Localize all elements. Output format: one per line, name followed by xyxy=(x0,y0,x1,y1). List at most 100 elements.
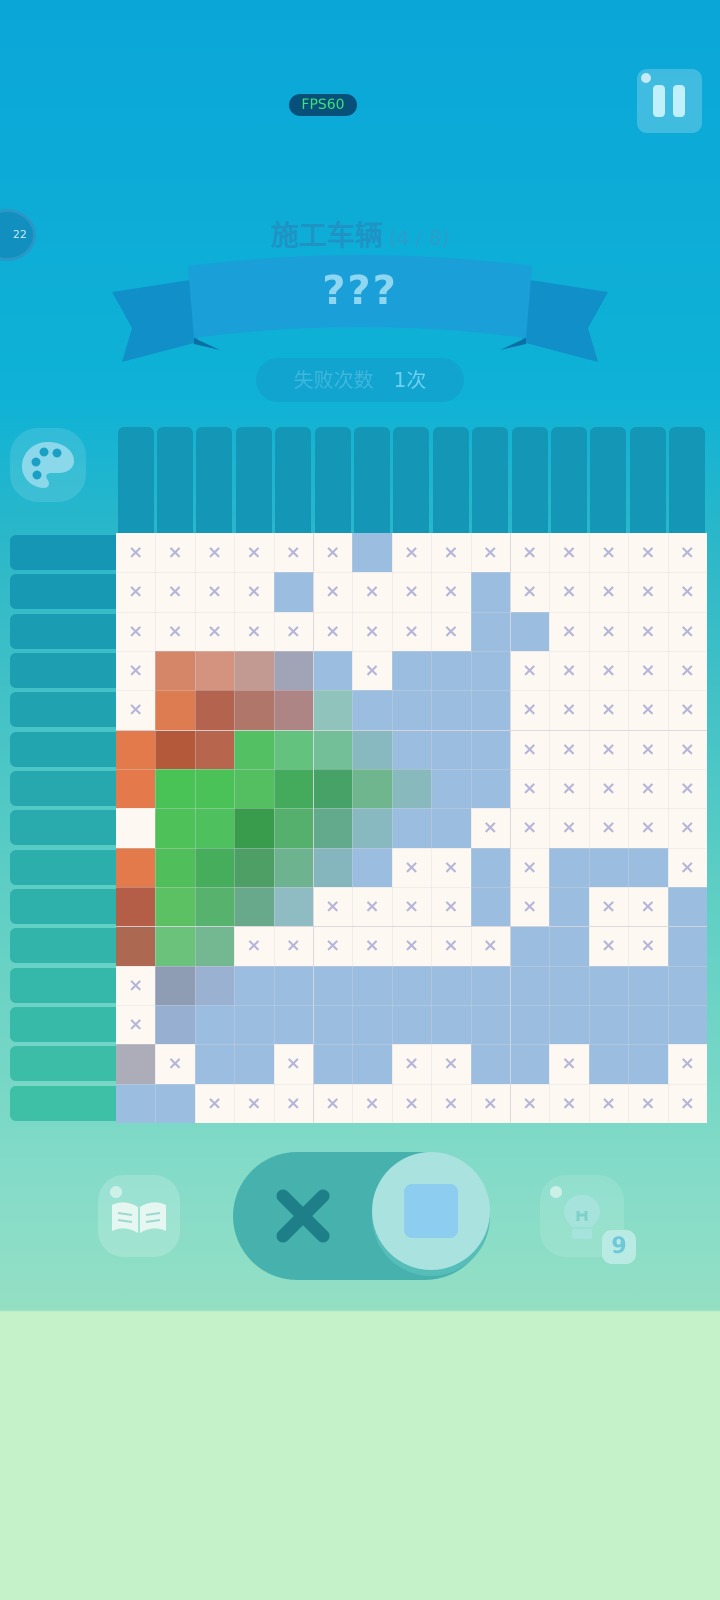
grid-cell-filled[interactable] xyxy=(234,887,274,927)
grid-cell-filled[interactable] xyxy=(234,729,274,769)
grid-cell-crossed[interactable]: × xyxy=(471,808,510,847)
grid-cell-filled[interactable] xyxy=(234,651,274,691)
grid-cell-filled[interactable] xyxy=(470,572,510,612)
grid-cell-crossed[interactable]: × xyxy=(628,651,667,690)
fill-mode-button[interactable] xyxy=(372,1152,490,1270)
grid-cell-crossed[interactable]: × xyxy=(431,848,470,887)
grid-cell-crossed[interactable]: × xyxy=(668,533,707,572)
grid-cell-filled[interactable] xyxy=(313,1044,353,1084)
grid-cell-filled[interactable] xyxy=(194,808,235,848)
grid-cell-crossed[interactable]: × xyxy=(352,651,391,690)
grid-cell-filled[interactable] xyxy=(273,651,313,691)
grid-cell-crossed[interactable]: × xyxy=(628,533,667,572)
grid-cell-crossed[interactable]: × xyxy=(589,808,628,847)
grid-cell-filled[interactable] xyxy=(510,611,550,651)
grid-cell-filled[interactable] xyxy=(470,887,510,927)
grid-cell-filled[interactable] xyxy=(194,847,235,887)
grid-cell-filled[interactable] xyxy=(628,1005,668,1045)
grid-cell-crossed[interactable]: × xyxy=(668,808,707,847)
grid-cell-crossed[interactable]: × xyxy=(628,572,667,611)
grid-cell-filled[interactable] xyxy=(313,690,353,730)
grid-cell-filled[interactable] xyxy=(273,769,313,809)
grid-cell-crossed[interactable]: × xyxy=(668,1084,707,1123)
grid-cell-filled[interactable] xyxy=(155,808,195,848)
grid-cell-filled[interactable] xyxy=(116,808,156,848)
grid-cell-filled[interactable] xyxy=(391,651,432,691)
grid-cell-crossed[interactable]: × xyxy=(313,1084,352,1123)
grid-cell-crossed[interactable]: × xyxy=(313,572,352,611)
grid-cell-filled[interactable] xyxy=(667,926,707,966)
grid-cell-crossed[interactable]: × xyxy=(668,572,707,611)
grid-cell-crossed[interactable]: × xyxy=(628,1084,667,1123)
grid-cell-crossed[interactable]: × xyxy=(589,730,628,769)
grid-cell-crossed[interactable]: × xyxy=(313,887,352,926)
grid-cell-filled[interactable] xyxy=(628,847,668,887)
grid-cell-filled[interactable] xyxy=(234,769,274,809)
grid-cell-crossed[interactable]: × xyxy=(392,926,431,965)
grid-cell-filled[interactable] xyxy=(549,1005,589,1045)
grid-cell-filled[interactable] xyxy=(391,808,432,848)
grid-cell-crossed[interactable]: × xyxy=(116,533,155,572)
grid-cell-crossed[interactable]: × xyxy=(589,533,628,572)
grid-cell-filled[interactable] xyxy=(116,1044,156,1084)
grid-cell-filled[interactable] xyxy=(116,769,156,809)
grid-cell-filled[interactable] xyxy=(194,690,235,730)
grid-cell-filled[interactable] xyxy=(352,1005,392,1045)
grid-cell-crossed[interactable]: × xyxy=(549,1044,588,1083)
grid-cell-filled[interactable] xyxy=(352,769,392,809)
grid-cell-crossed[interactable]: × xyxy=(155,612,194,651)
grid-cell-filled[interactable] xyxy=(628,965,668,1005)
grid-cell-crossed[interactable]: × xyxy=(628,887,667,926)
grid-cell-filled[interactable] xyxy=(667,1005,707,1045)
grid-cell-crossed[interactable]: × xyxy=(274,926,313,965)
grid-cell-filled[interactable] xyxy=(234,1044,274,1084)
guide-button[interactable] xyxy=(98,1175,180,1257)
grid-cell-filled[interactable] xyxy=(431,690,471,730)
grid-cell-crossed[interactable]: × xyxy=(549,690,588,729)
grid-cell-filled[interactable] xyxy=(313,1005,353,1045)
grid-cell-crossed[interactable]: × xyxy=(668,730,707,769)
grid-cell-crossed[interactable]: × xyxy=(549,572,588,611)
grid-cell-crossed[interactable]: × xyxy=(628,808,667,847)
grid-cell-filled[interactable] xyxy=(313,847,353,887)
grid-cell-filled[interactable] xyxy=(391,965,432,1005)
grid-cell-crossed[interactable]: × xyxy=(313,926,352,965)
grid-cell-crossed[interactable]: × xyxy=(352,887,391,926)
grid-cell-filled[interactable] xyxy=(470,651,510,691)
grid-cell-crossed[interactable]: × xyxy=(510,887,549,926)
grid-cell-filled[interactable] xyxy=(667,965,707,1005)
grid-cell-filled[interactable] xyxy=(510,926,550,966)
grid-cell-filled[interactable] xyxy=(155,769,195,809)
grid-cell-filled[interactable] xyxy=(234,690,274,730)
grid-cell-crossed[interactable]: × xyxy=(431,1084,470,1123)
cross-mode-icon[interactable] xyxy=(273,1186,333,1246)
grid-cell-crossed[interactable]: × xyxy=(510,1084,549,1123)
grid-cell-crossed[interactable]: × xyxy=(431,926,470,965)
grid-cell-crossed[interactable]: × xyxy=(274,533,313,572)
grid-cell-filled[interactable] xyxy=(234,965,274,1005)
grid-cell-crossed[interactable]: × xyxy=(352,926,391,965)
grid-cell-crossed[interactable]: × xyxy=(234,572,273,611)
grid-cell-filled[interactable] xyxy=(391,729,432,769)
grid-cell-filled[interactable] xyxy=(431,965,471,1005)
grid-cell-crossed[interactable]: × xyxy=(471,533,510,572)
grid-cell-filled[interactable] xyxy=(234,1005,274,1045)
grid-cell-crossed[interactable]: × xyxy=(510,533,549,572)
grid-cell-crossed[interactable]: × xyxy=(116,1005,155,1044)
grid-cell-crossed[interactable]: × xyxy=(668,848,707,887)
grid-cell-crossed[interactable]: × xyxy=(668,690,707,729)
grid-cell-filled[interactable] xyxy=(352,847,392,887)
grid-cell-filled[interactable] xyxy=(588,1005,629,1045)
grid-cell-filled[interactable] xyxy=(470,965,510,1005)
grid-cell-filled[interactable] xyxy=(273,1005,313,1045)
grid-cell-crossed[interactable]: × xyxy=(510,730,549,769)
grid-cell-filled[interactable] xyxy=(431,729,471,769)
grid-cell-filled[interactable] xyxy=(431,808,471,848)
grid-cell-filled[interactable] xyxy=(470,611,510,651)
grid-cell-filled[interactable] xyxy=(391,1005,432,1045)
grid-cell-filled[interactable] xyxy=(155,729,195,769)
grid-cell-crossed[interactable]: × xyxy=(155,533,194,572)
grid-cell-filled[interactable] xyxy=(273,847,313,887)
grid-cell-crossed[interactable]: × xyxy=(668,769,707,808)
grid-cell-crossed[interactable]: × xyxy=(589,887,628,926)
